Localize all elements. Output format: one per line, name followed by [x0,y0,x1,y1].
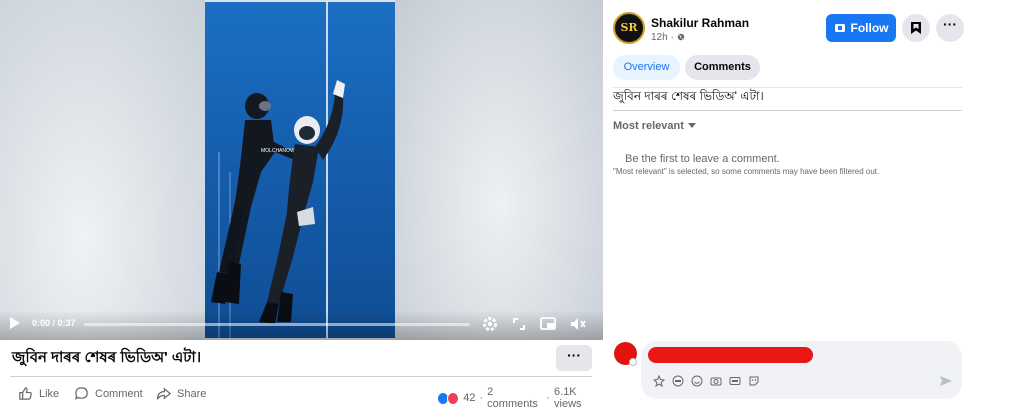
avatar-icon[interactable] [672,375,684,387]
empty-comments-note: "Most relevant" is selected, so some com… [613,167,880,176]
post-text: জুবিন দাৰৰ শেষৰ ভিডিঅ' এটা। [613,89,764,103]
camera-icon[interactable] [710,375,722,387]
love-reaction-icon [447,391,460,405]
video-player[interactable]: MOLCHANOVS 0:00 / 0:37 [0,0,603,340]
comment-sort-menu[interactable]: Most relevant [613,120,696,132]
volume-icon[interactable] [569,315,587,333]
send-icon[interactable] [939,374,953,388]
view-count: 6.1K views [554,386,582,409]
divider [613,110,962,111]
author-name[interactable]: Shakilur Rahman [651,16,749,30]
settings-icon[interactable] [481,315,499,333]
share-icon [156,387,171,400]
sort-label: Most relevant [613,120,684,132]
progress-bar[interactable] [84,323,470,326]
reaction-count: 42 [463,392,476,404]
follow-label: Follow [850,21,889,35]
face-sticker-icon[interactable] [748,375,760,387]
stats-separator: · [479,392,484,404]
comment-button[interactable]: Comment [74,386,143,401]
follow-icon [834,24,845,32]
video-blur-left [0,0,205,340]
suit-logo: MOLCHANOVS [261,148,297,154]
comment-composer[interactable] [641,341,962,399]
share-button[interactable]: Share [156,386,206,401]
video-blur-right [395,0,603,340]
divider [10,376,592,377]
divers-illustration: MOLCHANOVS [211,2,345,338]
save-button[interactable] [902,14,930,42]
reaction-summary[interactable]: 42 · 2 comments · 6.1K views [437,386,603,409]
sticker-icon[interactable] [653,375,665,387]
emoji-icon[interactable] [691,375,703,387]
author-avatar[interactable]: SR [613,12,645,44]
post-options-button[interactable]: ··· [936,14,964,42]
video-caption: জুবিন দাৰৰ শেষৰ ভিডিঅ' এটা। [12,349,202,366]
tab-overview[interactable]: Overview [613,55,680,80]
post-panel: SR Shakilur Rahman 12h · Follow ··· Over… [603,0,1024,409]
comment-icon [74,387,88,400]
video-time: 0:00 / 0:37 [32,318,76,328]
comment-label: Comment [95,387,143,400]
save-icon [911,22,921,34]
pip-icon[interactable] [539,315,557,333]
commenter-avatar[interactable] [614,342,637,366]
share-label: Share [177,387,207,400]
follow-button[interactable]: Follow [826,14,896,42]
post-time-text: 12h · [651,32,677,43]
globe-icon [677,33,684,41]
tab-comments[interactable]: Comments [685,55,760,80]
post-timestamp[interactable]: 12h · [651,32,685,43]
composer-tools [653,375,760,387]
chevron-down-icon [687,123,696,128]
avatar-status-dot [629,358,637,366]
like-button[interactable]: Like [18,386,59,401]
stats-separator: · [546,392,551,404]
like-icon [19,387,32,400]
comment-count[interactable]: 2 comments [487,386,542,409]
action-bar: Like Comment Share 42 · 2 comments · 6.1… [0,384,603,409]
comment-input[interactable] [648,347,813,363]
video-frame[interactable]: MOLCHANOVS [205,2,395,338]
fullscreen-icon[interactable] [510,315,528,333]
video-controls: 0:00 / 0:37 [0,310,603,340]
more-options-button[interactable]: ··· [556,345,592,371]
gif-icon[interactable] [729,375,741,387]
empty-comments-title: Be the first to leave a comment. [625,153,780,165]
like-label: Like [39,387,60,400]
play-icon[interactable] [10,317,20,329]
